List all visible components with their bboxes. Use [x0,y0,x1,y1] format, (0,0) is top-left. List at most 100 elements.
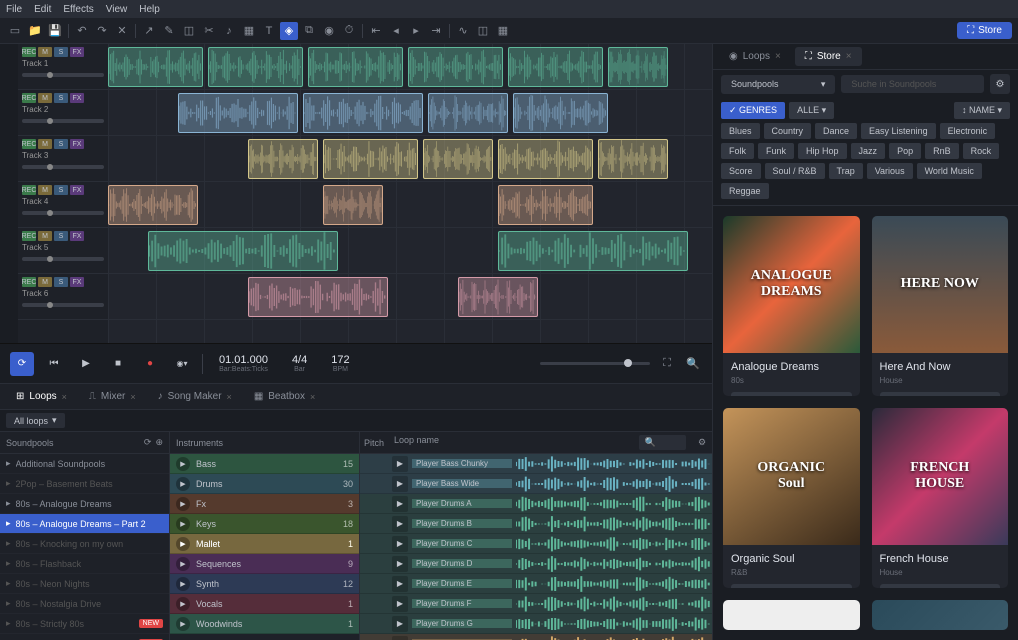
close-tab-icon[interactable]: × [846,51,852,62]
menu-edit[interactable]: Edit [34,4,51,15]
audio-clip[interactable] [423,139,493,179]
fit-icon[interactable]: ⛶ [658,355,676,373]
skip-back-button[interactable]: ⏮ [42,352,66,376]
add-icon[interactable]: ⊕ [155,437,163,448]
loop-play-button[interactable]: ▶ [392,476,408,492]
view-grid-icon[interactable]: ▦ [494,22,512,40]
track-header[interactable]: REC M S FX Track 5 [18,228,108,274]
zoom-icon[interactable]: 🔍 [684,355,702,373]
audio-clip[interactable] [498,185,593,225]
tool-brush-icon[interactable]: ✎ [160,22,178,40]
loop-row[interactable]: ▶ Player Drums C [360,534,712,554]
loop-row[interactable]: ▶ Player Drums B [360,514,712,534]
genre-chip[interactable]: Pop [889,143,921,159]
store-button[interactable]: ⛶ Store [957,22,1012,39]
store-card[interactable]: ORGANIC Soul Organic Soul R&B Download [723,408,860,588]
play-icon[interactable]: ▶ [176,517,190,531]
audio-clip[interactable] [323,139,418,179]
loop-play-button[interactable]: ▶ [392,496,408,512]
audio-clip[interactable] [513,93,608,133]
bottom-tab-mixer[interactable]: ⎍Mixer× [79,387,146,406]
close-tab-icon[interactable]: × [227,392,232,402]
settings-icon[interactable]: ⚙ [692,437,712,448]
view-wave-icon[interactable]: ∿ [454,22,472,40]
genre-chip[interactable]: Funk [758,143,794,159]
track-lane[interactable] [108,228,712,274]
track-header[interactable]: REC M S FX Track 1 [18,44,108,90]
loop-play-button[interactable]: ▶ [392,596,408,612]
play-icon[interactable]: ▶ [176,617,190,631]
loop-play-button[interactable]: ▶ [392,576,408,592]
tool-grid-icon[interactable]: ▦ [240,22,258,40]
genre-chip[interactable]: Reggae [721,183,769,199]
soundpool-item[interactable]: ▸80s – Knocking on my own [0,534,169,554]
genre-chip[interactable]: Hip Hop [798,143,847,159]
genre-chip[interactable]: Soul / R&B [765,163,825,179]
instrument-item[interactable]: ▶Woodwinds1 [170,614,359,634]
soundpool-item[interactable]: ▸80s – Flashback [0,554,169,574]
nav-next-icon[interactable]: ⇥ [427,22,445,40]
loop-play-button[interactable]: ▶ [392,536,408,552]
download-button[interactable]: Download [731,392,852,397]
close-tab-icon[interactable]: × [130,392,135,402]
genre-chip[interactable]: Dance [815,123,857,139]
instrument-item[interactable]: ▶Mallet1 [170,534,359,554]
genre-chip[interactable]: Blues [721,123,760,139]
search-settings-icon[interactable]: ⚙ [990,74,1010,94]
instrument-item[interactable]: ▶Drums30 [170,474,359,494]
audio-clip[interactable] [408,47,503,87]
play-icon[interactable]: ▶ [176,577,190,591]
audio-clip[interactable] [148,231,338,271]
genres-chip[interactable]: ✓ GENRES [721,102,785,119]
play-icon[interactable]: ▶ [176,537,190,551]
track-lane[interactable] [108,90,712,136]
loop-play-button[interactable]: ▶ [392,636,408,640]
track-header[interactable]: REC M S FX Track 3 [18,136,108,182]
track-header[interactable]: REC M S FX Track 2 [18,90,108,136]
store-card[interactable]: HERE NOW Here And Now House Download [872,216,1009,396]
tool-cut-icon[interactable]: ✂ [200,22,218,40]
soundpool-item[interactable]: ▸80s – Strictly 80sNEW [0,614,169,634]
open-icon[interactable]: 📁 [26,22,44,40]
store-card[interactable]: FRENCH HOUSE French House House Download [872,408,1009,588]
stop-button[interactable]: ■ [106,352,130,376]
track-lane[interactable] [108,44,712,90]
audio-clip[interactable] [598,139,668,179]
right-tab-store[interactable]: ⛶Store× [795,47,862,66]
position-display[interactable]: 01.01.000 Bar:Beats:Ticks [211,354,276,373]
loop-row[interactable]: ▶ Player Drums F [360,594,712,614]
new-file-icon[interactable]: ▭ [6,22,24,40]
play-icon[interactable]: ▶ [176,597,190,611]
instrument-item[interactable]: ▶Sequences9 [170,554,359,574]
bottom-tab-song-maker[interactable]: ♪Song Maker× [148,387,242,406]
bpm-display[interactable]: 172 BPM [323,354,357,373]
loop-row[interactable]: ▶ Player Drums D [360,554,712,574]
audio-clip[interactable] [508,47,603,87]
track-lanes[interactable] [108,44,712,343]
download-button[interactable]: Download [731,584,852,589]
timesig-display[interactable]: 4/4 Bar [284,354,315,373]
loop-play-button[interactable]: ▶ [392,616,408,632]
view-split-icon[interactable]: ◫ [474,22,492,40]
genre-chip[interactable]: Score [721,163,761,179]
genre-chip[interactable]: RnB [925,143,959,159]
genre-chip[interactable]: Jazz [851,143,886,159]
soundpool-item[interactable]: ▸80s – SynthwaveNEW [0,634,169,640]
audio-clip[interactable] [498,139,593,179]
track-header[interactable]: REC M S FX Track 4 [18,182,108,228]
track-lane[interactable] [108,182,712,228]
loop-play-button[interactable]: ▶ [392,516,408,532]
audio-clip[interactable] [458,277,538,317]
right-tab-loops[interactable]: ◉Loops× [719,47,791,66]
download-button[interactable]: Download [880,584,1001,589]
menu-file[interactable]: File [6,4,22,15]
audio-clip[interactable] [308,47,403,87]
genre-chip[interactable]: Folk [721,143,754,159]
bottom-tab-loops[interactable]: ⊞Loops× [6,387,77,406]
audio-clip[interactable] [178,93,298,133]
play-icon[interactable]: ▶ [176,457,190,471]
audio-clip[interactable] [108,47,203,87]
soundpool-item[interactable]: ▸80s – Analogue Dreams [0,494,169,514]
play-icon[interactable]: ▶ [176,477,190,491]
close-tab-icon[interactable]: × [62,392,67,402]
